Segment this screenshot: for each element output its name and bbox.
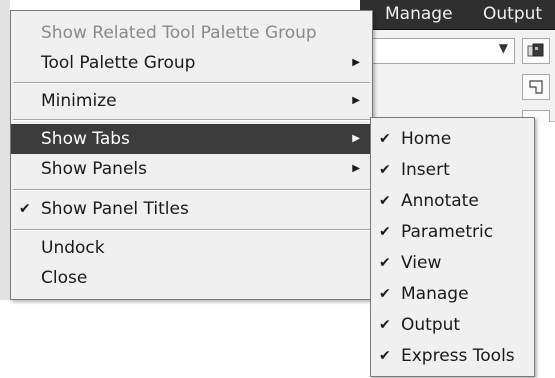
- menu-item-minimize[interactable]: Minimize ▶: [11, 86, 372, 116]
- submenu-item-label: Parametric: [401, 222, 494, 242]
- submenu-item-manage[interactable]: ✔ Manage: [371, 279, 534, 310]
- checkmark-icon: ✔: [379, 193, 391, 209]
- checkmark-icon: ✔: [379, 162, 391, 178]
- checkmark-icon: ✔: [379, 348, 391, 364]
- menu-item-label: Tool Palette Group: [41, 53, 196, 73]
- menu-separator: [13, 82, 370, 84]
- checkmark-icon: ✔: [379, 131, 391, 147]
- menu-item-label: Minimize: [41, 91, 117, 111]
- submenu-item-annotate[interactable]: ✔ Annotate: [371, 186, 534, 217]
- checkmark-icon: ✔: [379, 317, 391, 333]
- menu-item-label: Show Panels: [41, 159, 147, 179]
- submenu-item-label: Express Tools: [401, 346, 515, 366]
- menu-item-show-tabs[interactable]: Show Tabs ▶: [11, 124, 372, 154]
- menu-item-tool-palette-group[interactable]: Tool Palette Group ▶: [11, 48, 372, 78]
- checkmark-icon: ✔: [379, 286, 391, 302]
- layers-icon[interactable]: [522, 38, 550, 64]
- submenu-item-label: Insert: [401, 160, 450, 180]
- show-tabs-submenu: ✔ Home ✔ Insert ✔ Annotate ✔ Parametric …: [370, 117, 535, 377]
- menu-item-close[interactable]: Close: [11, 263, 372, 293]
- ribbon-panel: ▼: [360, 30, 555, 122]
- submenu-arrow-icon: ▶: [352, 57, 360, 68]
- menu-item-label: Show Related Tool Palette Group: [41, 23, 317, 43]
- context-menu: Show Related Tool Palette Group Tool Pal…: [10, 10, 373, 300]
- submenu-item-express-tools[interactable]: ✔ Express Tools: [371, 341, 534, 372]
- submenu-item-label: Annotate: [401, 191, 479, 211]
- menu-separator: [13, 119, 370, 121]
- menu-item-show-related-tool-palette-group: Show Related Tool Palette Group: [11, 18, 372, 48]
- submenu-item-label: Output: [401, 315, 461, 335]
- corner-shape-icon[interactable]: [522, 74, 550, 100]
- submenu-item-label: View: [401, 253, 442, 273]
- submenu-item-label: Manage: [401, 284, 469, 304]
- ribbon-tab-output[interactable]: Output: [483, 4, 542, 24]
- submenu-arrow-icon: ▶: [352, 163, 360, 174]
- submenu-arrow-icon: ▶: [352, 95, 360, 106]
- ribbon-dropdown[interactable]: ▼: [365, 38, 515, 64]
- menu-item-label: Undock: [41, 238, 105, 258]
- checkmark-icon: ✔: [19, 201, 31, 217]
- submenu-arrow-icon: ▶: [352, 133, 360, 144]
- submenu-item-insert[interactable]: ✔ Insert: [371, 155, 534, 186]
- checkmark-icon: ✔: [379, 224, 391, 240]
- background-panel-edge: [0, 0, 10, 300]
- ribbon-tab-bar: Manage Output: [360, 0, 555, 30]
- menu-item-label: Show Panel Titles: [41, 199, 189, 219]
- menu-item-show-panel-titles[interactable]: ✔ Show Panel Titles: [11, 194, 372, 224]
- app-window: Manage Output ▼ Show Related Tool Palett…: [0, 0, 555, 378]
- submenu-item-label: Home: [401, 129, 452, 149]
- menu-item-label: Close: [41, 268, 88, 288]
- submenu-item-home[interactable]: ✔ Home: [371, 124, 534, 155]
- submenu-item-output[interactable]: ✔ Output: [371, 310, 534, 341]
- menu-separator: [13, 189, 370, 191]
- menu-item-label: Show Tabs: [41, 129, 130, 149]
- submenu-item-parametric[interactable]: ✔ Parametric: [371, 217, 534, 248]
- menu-separator: [13, 229, 370, 231]
- submenu-item-view[interactable]: ✔ View: [371, 248, 534, 279]
- ribbon-tab-manage[interactable]: Manage: [385, 4, 453, 24]
- menu-item-undock[interactable]: Undock: [11, 233, 372, 263]
- chevron-down-icon: ▼: [498, 41, 508, 55]
- menu-item-show-panels[interactable]: Show Panels ▶: [11, 154, 372, 184]
- checkmark-icon: ✔: [379, 255, 391, 271]
